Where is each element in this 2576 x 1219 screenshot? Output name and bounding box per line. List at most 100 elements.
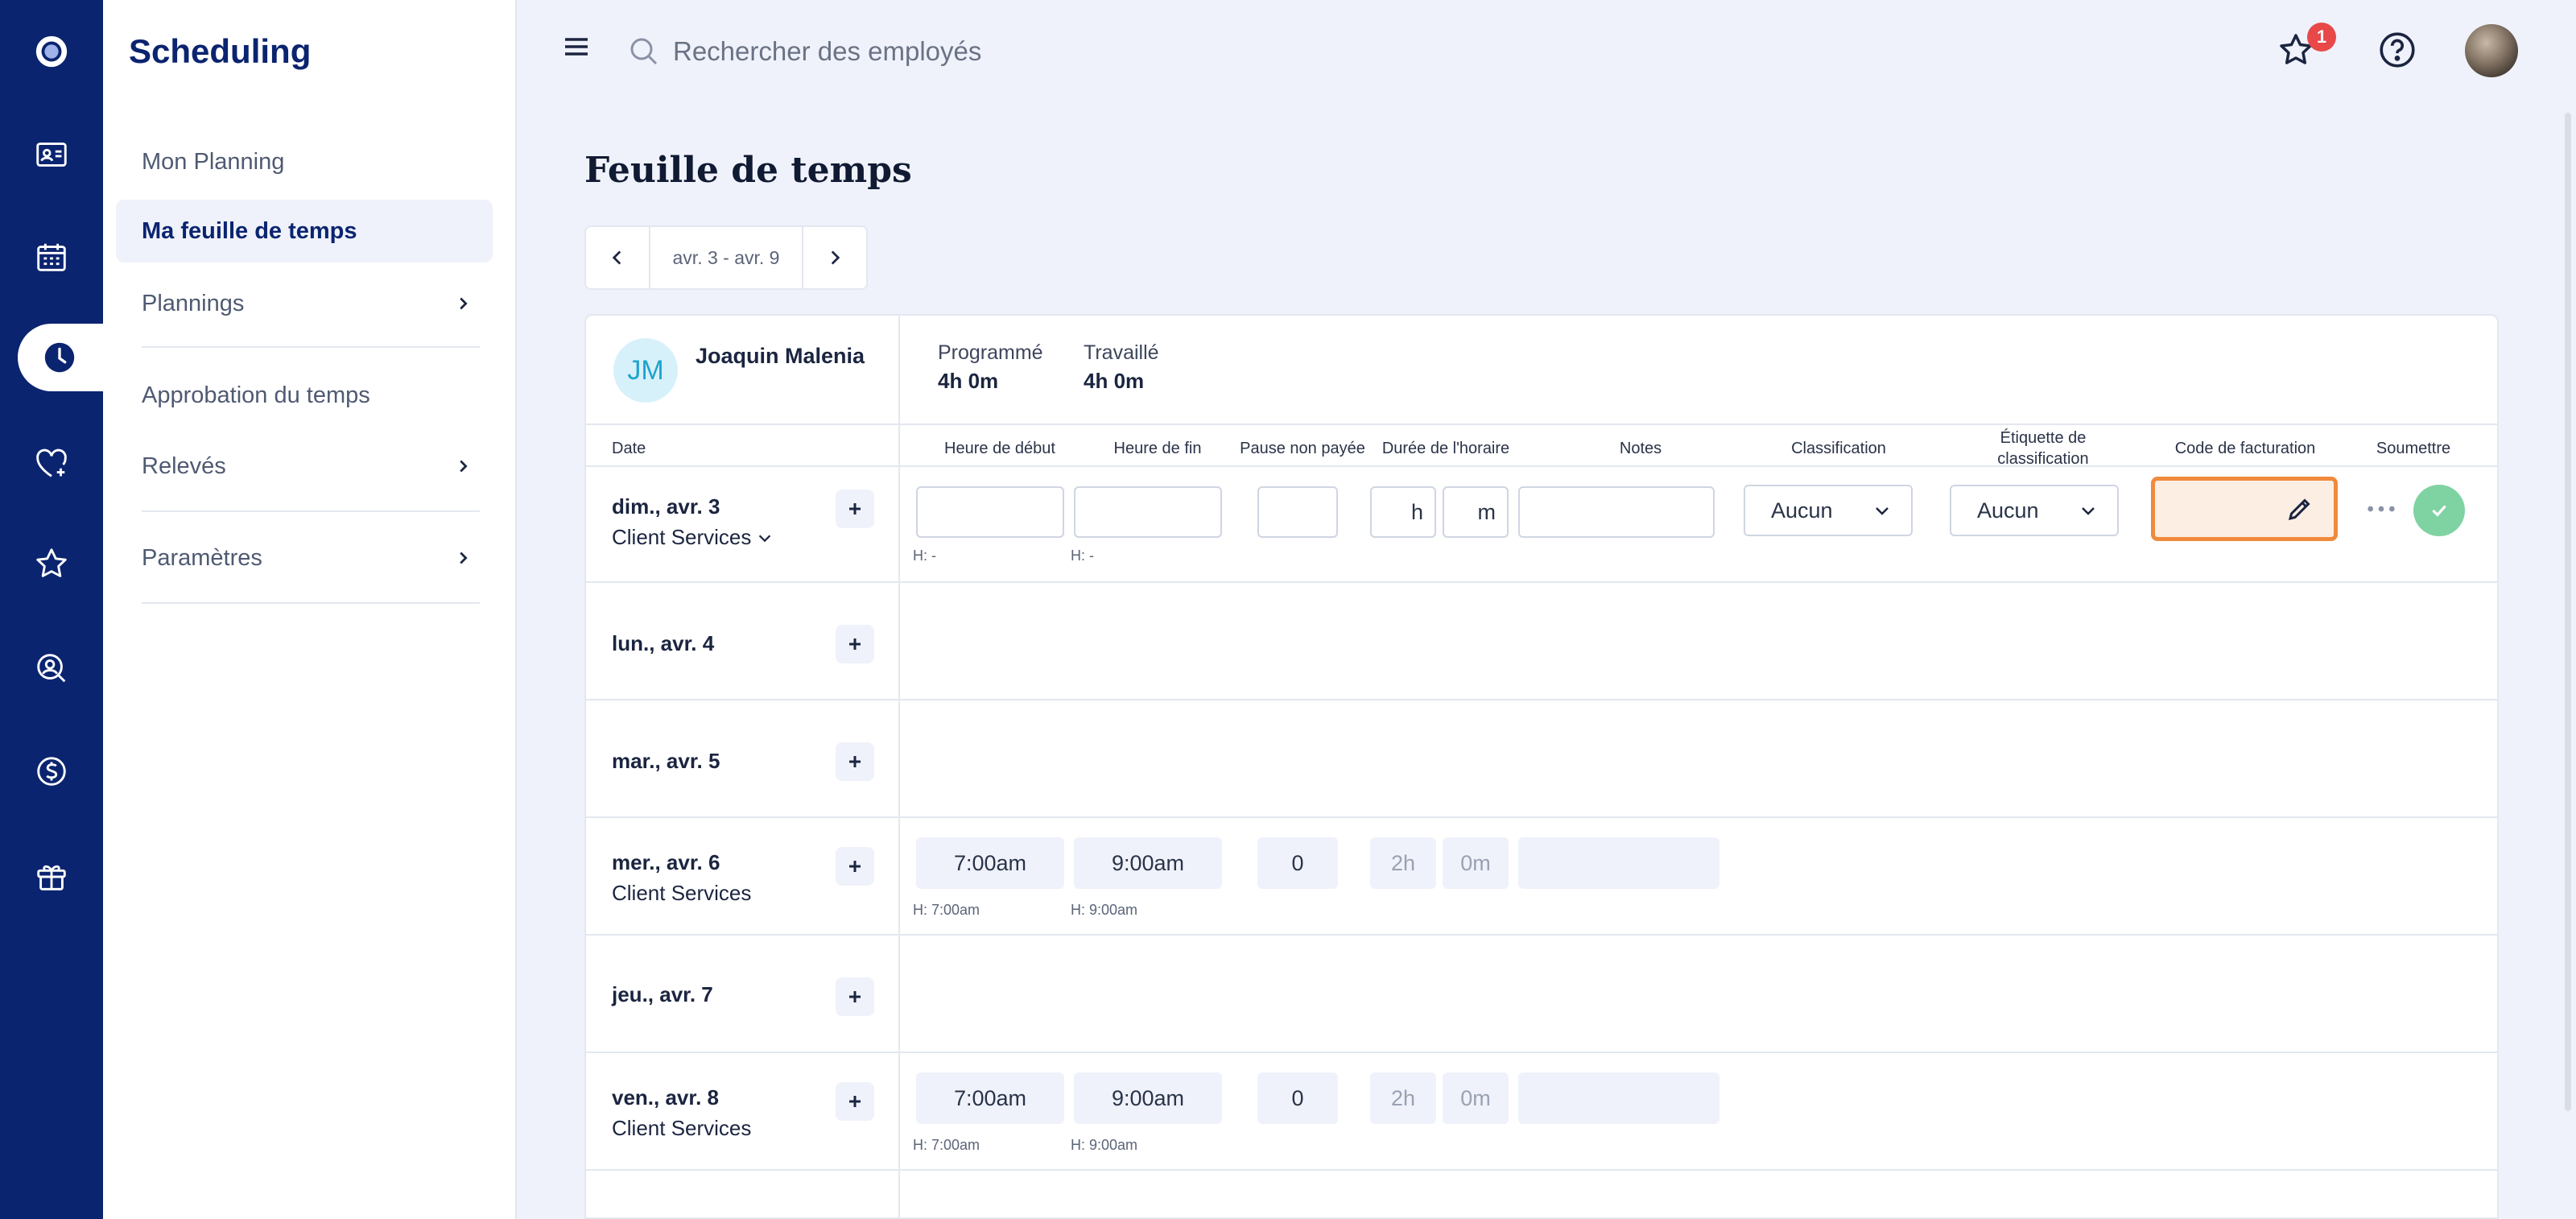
timesheet-card: JM Joaquin Malenia Programmé 4h 0m Trava… <box>584 314 2499 1219</box>
sidebar-divider <box>142 346 480 348</box>
start-time-hint: H: - <box>913 548 936 564</box>
logo-icon[interactable] <box>19 19 84 84</box>
classification-value: Aucun <box>1771 498 1833 523</box>
classification-select[interactable]: Aucun <box>1744 485 1913 536</box>
start-time-input[interactable] <box>916 486 1064 538</box>
chevron-down-icon <box>1876 507 1889 515</box>
unpaid-break-input[interactable]: 0 <box>1257 1072 1338 1124</box>
sidebar-item-my-schedule[interactable]: Mon Planning <box>116 130 493 193</box>
department-dropdown[interactable]: Client Services <box>612 525 774 550</box>
dollar-icon[interactable] <box>19 739 84 804</box>
classification-tag-value: Aucun <box>1977 498 2039 523</box>
add-shift-button[interactable] <box>836 625 874 663</box>
billing-code-input[interactable] <box>2151 477 2338 541</box>
notes-input[interactable] <box>1518 1072 1719 1124</box>
column-header-end: Heure de fin <box>1113 440 1202 457</box>
start-time-hint: H: 7:00am <box>913 1137 980 1153</box>
hamburger-menu-icon[interactable] <box>560 31 592 63</box>
duration-hours-input[interactable]: h <box>1370 486 1436 538</box>
add-shift-button[interactable] <box>836 490 874 528</box>
column-header-billing-code: Code de facturation <box>2174 440 2316 457</box>
classification-tag-select[interactable]: Aucun <box>1950 485 2119 536</box>
end-time-hint: H: 9:00am <box>1071 902 1138 918</box>
profile-card-icon[interactable] <box>19 122 84 187</box>
sidebar-item-settings[interactable]: Paramètres <box>116 527 493 589</box>
row-separator <box>586 934 2497 936</box>
star-icon[interactable] <box>19 531 84 596</box>
column-header-notes: Notes <box>1619 440 1662 457</box>
start-time-hint: H: 7:00am <box>913 902 980 918</box>
sidebar-item-label: Mon Planning <box>142 148 285 175</box>
day-label: dim., avr. 3 <box>612 494 720 519</box>
date-range-label[interactable]: avr. 3 - avr. 9 <box>649 227 803 288</box>
submit-check-button[interactable] <box>2413 485 2465 536</box>
user-avatar[interactable] <box>2465 24 2518 77</box>
sidebar-item-label: Paramètres <box>142 544 262 571</box>
icon-rail <box>0 0 132 1219</box>
sidebar-item-label: Relevés <box>142 452 226 479</box>
column-divider <box>898 316 900 1217</box>
add-shift-button[interactable] <box>836 1082 874 1121</box>
chevron-down-icon <box>759 534 771 542</box>
department-label: Client Services <box>612 881 752 905</box>
sidebar: Scheduling Mon Planning Ma feuille de te… <box>103 0 517 1219</box>
worked-value: 4h 0m <box>1084 369 1145 393</box>
end-time-input[interactable]: 9:00am <box>1074 837 1222 889</box>
start-time-input[interactable]: 7:00am <box>916 1072 1064 1124</box>
department-label: Client Services <box>612 1116 752 1140</box>
page-title: Feuille de temps <box>584 150 912 191</box>
sidebar-item-label: Ma feuille de temps <box>142 217 357 244</box>
column-header-unpaid-break: Pause non payée <box>1240 440 1365 457</box>
end-time-input[interactable] <box>1074 486 1222 538</box>
heart-plus-icon[interactable] <box>19 432 84 496</box>
row-separator <box>586 699 2497 700</box>
duration-minutes-value: 0m <box>1443 837 1509 889</box>
column-header-duration: Durée de l'horaire <box>1381 440 1510 457</box>
sidebar-divider <box>142 510 480 512</box>
row-separator <box>586 1169 2497 1171</box>
column-header-date: Date <box>612 440 646 457</box>
day-label: lun., avr. 4 <box>612 631 715 655</box>
search-person-icon[interactable] <box>19 636 84 700</box>
department-label: Client Services <box>612 525 752 549</box>
search-input[interactable] <box>673 26 1397 77</box>
clock-icon[interactable] <box>27 325 92 390</box>
chevron-down-icon <box>2082 507 2095 515</box>
next-week-button[interactable] <box>803 227 866 288</box>
column-header-classification-tag: Étiquette de classification <box>1997 429 2089 468</box>
pencil-icon <box>2288 498 2310 521</box>
employee-avatar: JM <box>613 338 678 403</box>
sidebar-item-my-timesheet[interactable]: Ma feuille de temps <box>116 200 493 262</box>
sidebar-divider <box>142 602 480 604</box>
duration-minutes-value: 0m <box>1443 1072 1509 1124</box>
top-bar <box>515 0 2576 103</box>
previous-week-button[interactable] <box>586 227 649 288</box>
row-separator <box>586 581 2497 583</box>
sidebar-item-reports[interactable]: Relevés <box>116 435 493 498</box>
worked-label: Travaillé <box>1084 341 1159 364</box>
start-time-input[interactable]: 7:00am <box>916 837 1064 889</box>
add-shift-button[interactable] <box>836 847 874 886</box>
notes-input[interactable] <box>1518 837 1719 889</box>
column-header-start: Heure de début <box>944 440 1055 457</box>
sidebar-item-schedules[interactable]: Plannings <box>116 272 493 335</box>
notes-input[interactable] <box>1518 486 1715 538</box>
duration-minutes-input[interactable]: m <box>1443 486 1509 538</box>
sidebar-item-time-approval[interactable]: Approbation du temps <box>116 364 493 427</box>
calendar-icon[interactable] <box>19 225 84 290</box>
scrollbar[interactable] <box>2565 113 2571 1111</box>
more-options-icon[interactable] <box>2362 498 2401 520</box>
add-shift-button[interactable] <box>836 977 874 1016</box>
gift-icon[interactable] <box>19 844 84 908</box>
duration-hours-value: 2h <box>1370 837 1436 889</box>
day-label: ven., avr. 8 <box>612 1085 719 1109</box>
row-separator <box>586 1052 2497 1053</box>
chevron-right-icon <box>460 297 468 310</box>
row-separator <box>586 816 2497 818</box>
help-icon[interactable] <box>2372 24 2423 76</box>
chevron-right-icon <box>460 460 468 473</box>
unpaid-break-input[interactable]: 0 <box>1257 837 1338 889</box>
unpaid-break-input[interactable] <box>1257 486 1338 538</box>
add-shift-button[interactable] <box>836 742 874 781</box>
end-time-input[interactable]: 9:00am <box>1074 1072 1222 1124</box>
